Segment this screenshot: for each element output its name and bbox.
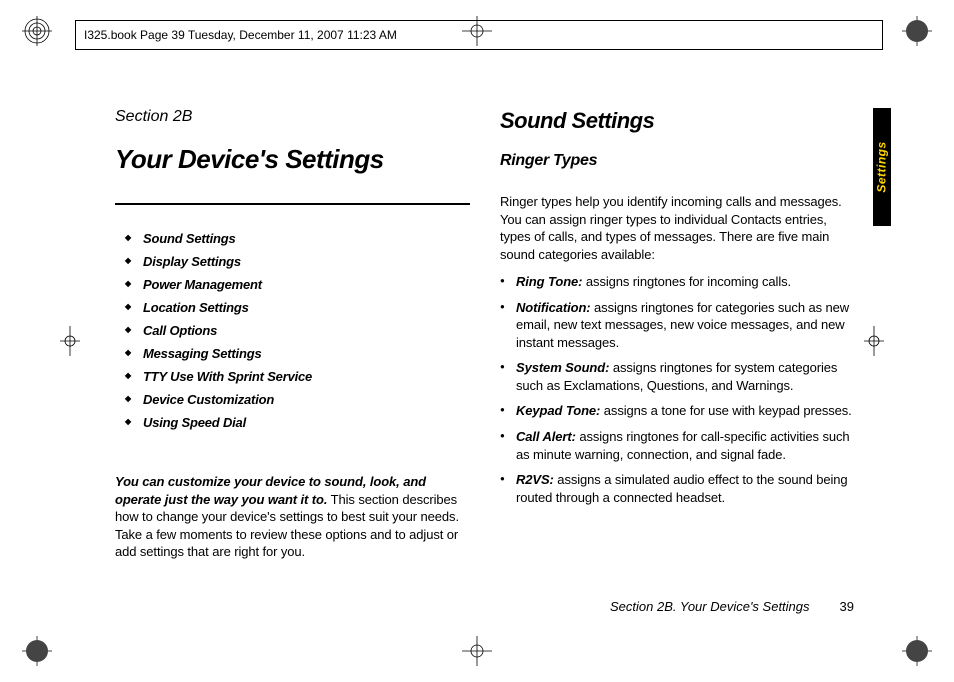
toc-item: Device Customization [115,392,470,407]
intro-paragraph: You can customize your device to sound, … [115,473,470,561]
bullet-term: R2VS: [516,472,554,487]
section-heading: Sound Settings [500,108,855,134]
bullet-term: System Sound: [516,360,609,375]
toc-item: Location Settings [115,300,470,315]
side-tab-label: Settings [875,141,889,192]
crop-mark-icon [60,326,90,356]
bullet-item: Keypad Tone: assigns a tone for use with… [500,402,855,420]
page-info-text: I325.book Page 39 Tuesday, December 11, … [84,28,397,42]
registration-mark-icon [22,16,52,46]
bullet-item: Notification: assigns ringtones for cate… [500,299,855,352]
toc-list: Sound Settings Display Settings Power Ma… [115,231,470,438]
crop-mark-icon [462,636,492,666]
bullet-text: assigns a simulated audio effect to the … [516,472,848,505]
right-column: Sound Settings Ringer Types Ringer types… [500,108,855,598]
section-label: Section 2B [115,108,470,126]
solid-circle-icon [902,16,932,46]
bullet-item: R2VS: assigns a simulated audio effect t… [500,471,855,506]
title-divider [115,203,470,205]
solid-circle-icon [22,636,52,666]
page-number: 39 [840,599,854,614]
footer-section: Section 2B. Your Device's Settings [610,599,810,614]
bullet-text: assigns ringtones for incoming calls. [582,274,791,289]
content-area: Section 2B Your Device's Settings Sound … [115,108,855,598]
chapter-title: Your Device's Settings [115,144,470,183]
crop-mark-icon [462,16,492,46]
page-footer: Section 2B. Your Device's Settings 39 [610,599,854,614]
toc-item: TTY Use With Sprint Service [115,369,470,384]
bullet-item: Ring Tone: assigns ringtones for incomin… [500,273,855,291]
toc-item: Call Options [115,323,470,338]
side-tab: Settings [873,108,891,226]
ringer-intro: Ringer types help you identify incoming … [500,193,855,263]
toc-item: Display Settings [115,254,470,269]
bullet-item: Call Alert: assigns ringtones for call-s… [500,428,855,463]
bullet-term: Notification: [516,300,591,315]
toc-item: Sound Settings [115,231,470,246]
bullet-list: Ring Tone: assigns ringtones for incomin… [500,273,855,514]
toc-item: Messaging Settings [115,346,470,361]
bullet-text: assigns a tone for use with keypad press… [600,403,851,418]
toc-item: Power Management [115,277,470,292]
bullet-item: System Sound: assigns ringtones for syst… [500,359,855,394]
solid-circle-icon [902,636,932,666]
bullet-term: Keypad Tone: [516,403,600,418]
sub-heading: Ringer Types [500,152,855,170]
bullet-term: Call Alert: [516,429,576,444]
crop-mark-icon [864,326,894,356]
toc-item: Using Speed Dial [115,415,470,430]
left-column: Section 2B Your Device's Settings Sound … [115,108,470,598]
bullet-term: Ring Tone: [516,274,582,289]
